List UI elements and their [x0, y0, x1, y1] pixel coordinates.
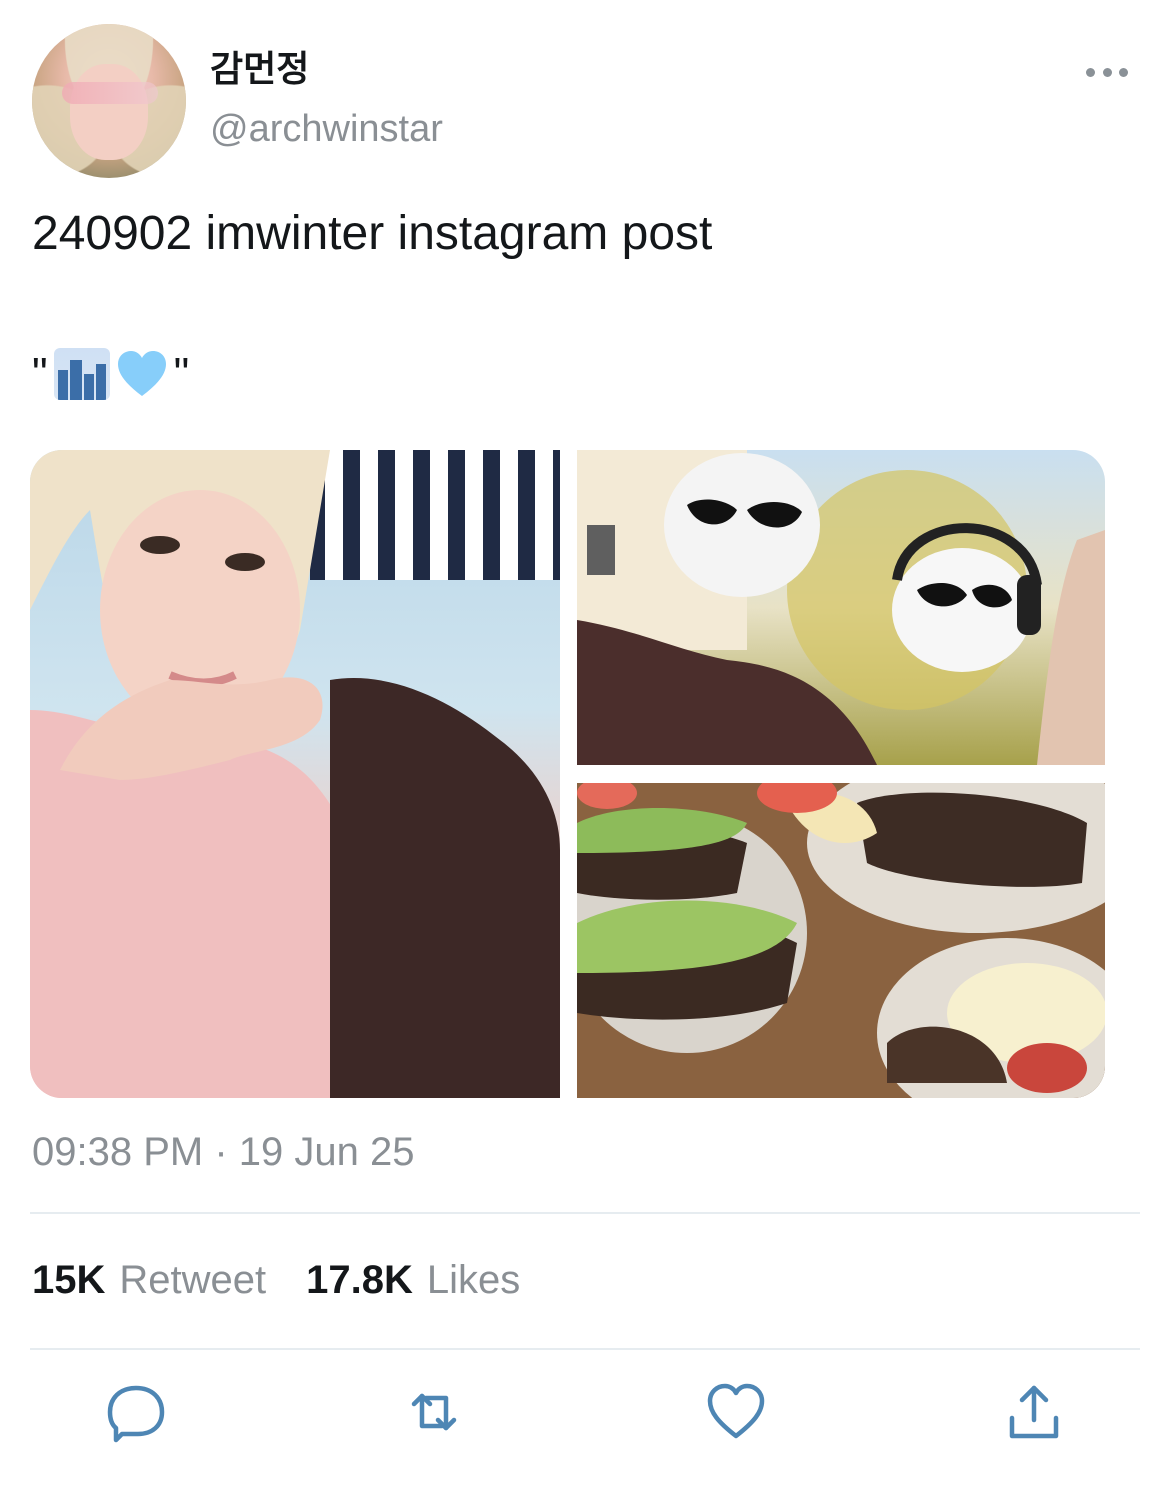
food-photo[interactable]	[577, 783, 1105, 1098]
engagement-stats: 15K Retweet 17.8K Likes	[32, 1258, 520, 1303]
avatar-face	[70, 64, 148, 160]
cats-illustration	[577, 450, 1105, 765]
retweets-count[interactable]: 15K Retweet	[32, 1258, 266, 1303]
avatar[interactable]	[32, 24, 186, 178]
quote-close: "	[173, 349, 190, 398]
share-icon[interactable]	[1002, 1380, 1066, 1444]
divider-bottom	[30, 1348, 1140, 1350]
quote-open: "	[32, 349, 48, 398]
display-name[interactable]: 감먼정	[210, 40, 309, 92]
likes-count[interactable]: 17.8K Likes	[306, 1258, 520, 1303]
emoji-line: " "	[32, 346, 189, 402]
timestamp[interactable]: 09:38 PM · 19 Jun 25	[32, 1130, 414, 1175]
divider-top	[30, 1212, 1140, 1214]
more-options-icon[interactable]	[1086, 60, 1128, 84]
tweet-text: 240902 imwinter instagram post	[32, 207, 713, 260]
user-handle[interactable]: @archwinstar	[210, 108, 443, 151]
cats-photo[interactable]	[577, 450, 1105, 765]
like-icon[interactable]	[704, 1380, 768, 1444]
selfie-illustration	[30, 450, 560, 1098]
retweet-icon[interactable]	[402, 1380, 466, 1444]
action-bar	[0, 1380, 1170, 1460]
reply-icon[interactable]	[104, 1380, 168, 1444]
food-illustration	[577, 783, 1105, 1098]
light-blue-heart-emoji	[117, 351, 166, 396]
avatar-glasses	[62, 82, 158, 104]
media-grid	[30, 450, 1105, 1098]
selfie-photo[interactable]	[30, 450, 560, 1098]
cityscape-emoji	[53, 348, 110, 400]
